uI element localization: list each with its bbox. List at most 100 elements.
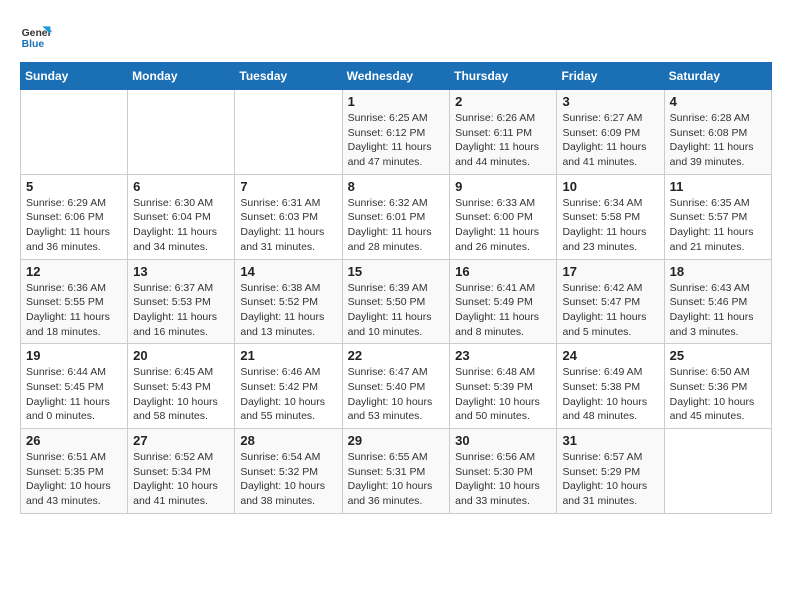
day-info: Sunrise: 6:25 AMSunset: 6:12 PMDaylight:…: [348, 111, 445, 170]
calendar-cell: 18 Sunrise: 6:43 AMSunset: 5:46 PMDayligh…: [664, 259, 771, 344]
calendar-cell: 26 Sunrise: 6:51 AMSunset: 5:35 PMDayligh…: [21, 429, 128, 514]
calendar-cell: 20 Sunrise: 6:45 AMSunset: 5:43 PMDayligh…: [128, 344, 235, 429]
calendar-table: SundayMondayTuesdayWednesdayThursdayFrid…: [20, 62, 772, 514]
calendar-cell: [21, 90, 128, 175]
day-info: Sunrise: 6:57 AMSunset: 5:29 PMDaylight:…: [562, 450, 658, 509]
day-number: 21: [240, 348, 336, 363]
calendar-header-friday: Friday: [557, 63, 664, 90]
calendar-cell: 6 Sunrise: 6:30 AMSunset: 6:04 PMDaylight…: [128, 174, 235, 259]
calendar-cell: 13 Sunrise: 6:37 AMSunset: 5:53 PMDayligh…: [128, 259, 235, 344]
day-number: 13: [133, 264, 229, 279]
calendar-cell: 14 Sunrise: 6:38 AMSunset: 5:52 PMDayligh…: [235, 259, 342, 344]
calendar-cell: [664, 429, 771, 514]
day-number: 22: [348, 348, 445, 363]
calendar-header-sunday: Sunday: [21, 63, 128, 90]
calendar-header-saturday: Saturday: [664, 63, 771, 90]
day-number: 11: [670, 179, 766, 194]
day-number: 27: [133, 433, 229, 448]
calendar-week-row: 12Sunrise: 6:36 AMSunset: 5:55 PMDayligh…: [21, 259, 772, 344]
day-info: Sunrise: 6:37 AMSunset: 5:53 PMDaylight:…: [133, 281, 229, 340]
calendar-cell: 7Sunrise: 6:31 AMSunset: 6:03 PMDaylight…: [235, 174, 342, 259]
page-header: General Blue: [20, 20, 772, 52]
day-number: 5: [26, 179, 122, 194]
calendar-cell: 3 Sunrise: 6:27 AMSunset: 6:09 PMDaylight…: [557, 90, 664, 175]
calendar-header-row: SundayMondayTuesdayWednesdayThursdayFrid…: [21, 63, 772, 90]
day-info: Sunrise: 6:47 AMSunset: 5:40 PMDaylight:…: [348, 365, 445, 424]
calendar-cell: 10 Sunrise: 6:34 AMSunset: 5:58 PMDayligh…: [557, 174, 664, 259]
day-number: 15: [348, 264, 445, 279]
calendar-cell: [128, 90, 235, 175]
day-info: Sunrise: 6:44 AMSunset: 5:45 PMDaylight:…: [26, 365, 122, 424]
day-number: 20: [133, 348, 229, 363]
calendar-cell: [235, 90, 342, 175]
day-info: Sunrise: 6:26 AMSunset: 6:11 PMDaylight:…: [455, 111, 551, 170]
day-number: 3: [562, 94, 658, 109]
day-info: Sunrise: 6:52 AMSunset: 5:34 PMDaylight:…: [133, 450, 229, 509]
day-info: Sunrise: 6:28 AMSunset: 6:08 PMDaylight:…: [670, 111, 766, 170]
day-number: 8: [348, 179, 445, 194]
day-number: 16: [455, 264, 551, 279]
day-info: Sunrise: 6:36 AMSunset: 5:55 PMDaylight:…: [26, 281, 122, 340]
day-number: 19: [26, 348, 122, 363]
calendar-cell: 29Sunrise: 6:55 AMSunset: 5:31 PMDayligh…: [342, 429, 450, 514]
calendar-week-row: 19 Sunrise: 6:44 AMSunset: 5:45 PMDayligh…: [21, 344, 772, 429]
day-number: 25: [670, 348, 766, 363]
day-info: Sunrise: 6:30 AMSunset: 6:04 PMDaylight:…: [133, 196, 229, 255]
calendar-cell: 30 Sunrise: 6:56 AMSunset: 5:30 PMDayligh…: [450, 429, 557, 514]
day-info: Sunrise: 6:41 AMSunset: 5:49 PMDaylight:…: [455, 281, 551, 340]
day-number: 26: [26, 433, 122, 448]
day-info: Sunrise: 6:43 AMSunset: 5:46 PMDaylight:…: [670, 281, 766, 340]
calendar-cell: 4Sunrise: 6:28 AMSunset: 6:08 PMDaylight…: [664, 90, 771, 175]
day-number: 14: [240, 264, 336, 279]
day-info: Sunrise: 6:51 AMSunset: 5:35 PMDaylight:…: [26, 450, 122, 509]
day-number: 6: [133, 179, 229, 194]
day-info: Sunrise: 6:46 AMSunset: 5:42 PMDaylight:…: [240, 365, 336, 424]
day-info: Sunrise: 6:27 AMSunset: 6:09 PMDaylight:…: [562, 111, 658, 170]
day-number: 9: [455, 179, 551, 194]
calendar-cell: 12Sunrise: 6:36 AMSunset: 5:55 PMDayligh…: [21, 259, 128, 344]
calendar-header-monday: Monday: [128, 63, 235, 90]
day-number: 24: [562, 348, 658, 363]
logo: General Blue: [20, 20, 56, 52]
day-number: 2: [455, 94, 551, 109]
calendar-cell: 1 Sunrise: 6:25 AMSunset: 6:12 PMDaylight…: [342, 90, 450, 175]
day-number: 1: [348, 94, 445, 109]
calendar-week-row: 1 Sunrise: 6:25 AMSunset: 6:12 PMDaylight…: [21, 90, 772, 175]
calendar-cell: 9Sunrise: 6:33 AMSunset: 6:00 PMDaylight…: [450, 174, 557, 259]
day-info: Sunrise: 6:50 AMSunset: 5:36 PMDaylight:…: [670, 365, 766, 424]
calendar-cell: 31 Sunrise: 6:57 AMSunset: 5:29 PMDayligh…: [557, 429, 664, 514]
day-info: Sunrise: 6:45 AMSunset: 5:43 PMDaylight:…: [133, 365, 229, 424]
calendar-header-tuesday: Tuesday: [235, 63, 342, 90]
day-info: Sunrise: 6:35 AMSunset: 5:57 PMDaylight:…: [670, 196, 766, 255]
calendar-cell: 21 Sunrise: 6:46 AMSunset: 5:42 PMDayligh…: [235, 344, 342, 429]
day-info: Sunrise: 6:49 AMSunset: 5:38 PMDaylight:…: [562, 365, 658, 424]
calendar-week-row: 26 Sunrise: 6:51 AMSunset: 5:35 PMDayligh…: [21, 429, 772, 514]
calendar-header-wednesday: Wednesday: [342, 63, 450, 90]
day-number: 18: [670, 264, 766, 279]
day-info: Sunrise: 6:31 AMSunset: 6:03 PMDaylight:…: [240, 196, 336, 255]
day-info: Sunrise: 6:56 AMSunset: 5:30 PMDaylight:…: [455, 450, 551, 509]
day-number: 29: [348, 433, 445, 448]
calendar-cell: 23Sunrise: 6:48 AMSunset: 5:39 PMDayligh…: [450, 344, 557, 429]
calendar-cell: 8 Sunrise: 6:32 AMSunset: 6:01 PMDaylight…: [342, 174, 450, 259]
calendar-cell: 17 Sunrise: 6:42 AMSunset: 5:47 PMDayligh…: [557, 259, 664, 344]
day-number: 30: [455, 433, 551, 448]
day-info: Sunrise: 6:32 AMSunset: 6:01 PMDaylight:…: [348, 196, 445, 255]
day-info: Sunrise: 6:54 AMSunset: 5:32 PMDaylight:…: [240, 450, 336, 509]
day-number: 10: [562, 179, 658, 194]
day-info: Sunrise: 6:34 AMSunset: 5:58 PMDaylight:…: [562, 196, 658, 255]
day-info: Sunrise: 6:38 AMSunset: 5:52 PMDaylight:…: [240, 281, 336, 340]
calendar-cell: 19 Sunrise: 6:44 AMSunset: 5:45 PMDayligh…: [21, 344, 128, 429]
day-number: 23: [455, 348, 551, 363]
calendar-cell: 15Sunrise: 6:39 AMSunset: 5:50 PMDayligh…: [342, 259, 450, 344]
day-info: Sunrise: 6:29 AMSunset: 6:06 PMDaylight:…: [26, 196, 122, 255]
calendar-cell: 16 Sunrise: 6:41 AMSunset: 5:49 PMDayligh…: [450, 259, 557, 344]
day-number: 17: [562, 264, 658, 279]
calendar-cell: 2 Sunrise: 6:26 AMSunset: 6:11 PMDaylight…: [450, 90, 557, 175]
day-number: 31: [562, 433, 658, 448]
logo-icon: General Blue: [20, 20, 52, 52]
calendar-cell: 28 Sunrise: 6:54 AMSunset: 5:32 PMDayligh…: [235, 429, 342, 514]
svg-text:Blue: Blue: [22, 39, 45, 50]
day-number: 28: [240, 433, 336, 448]
day-info: Sunrise: 6:42 AMSunset: 5:47 PMDaylight:…: [562, 281, 658, 340]
